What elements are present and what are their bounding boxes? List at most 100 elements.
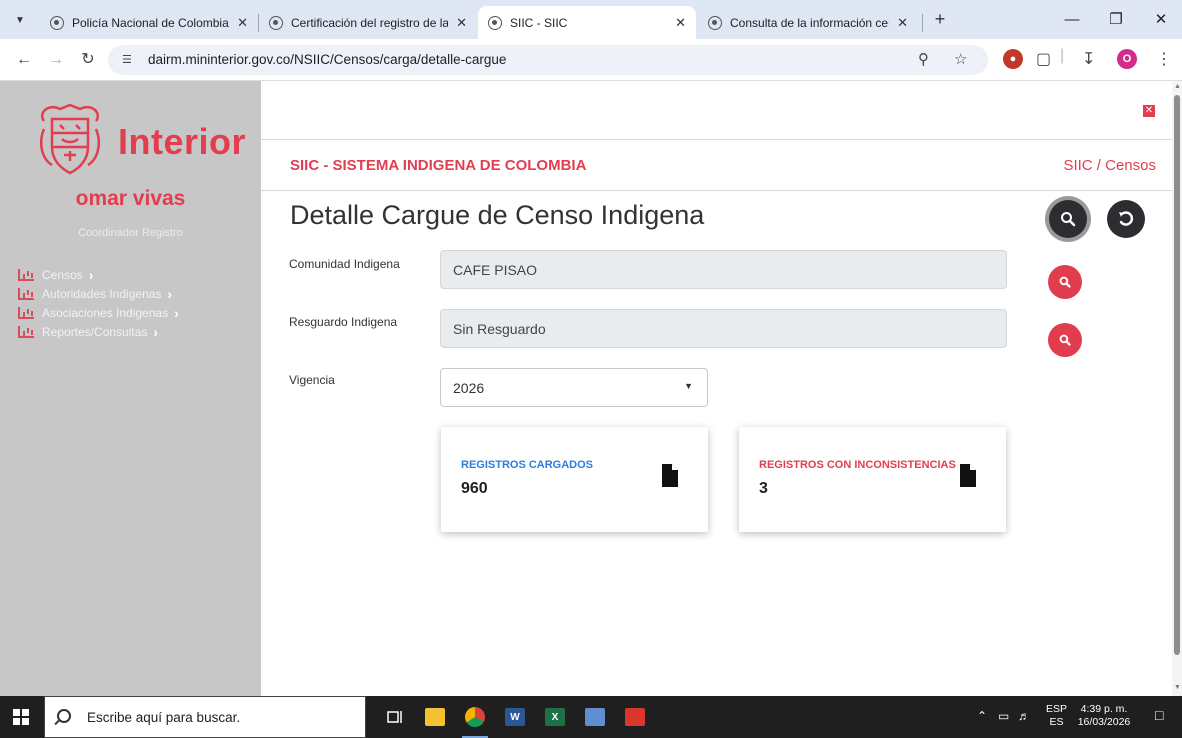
lang-primary: ESP [1046, 703, 1068, 715]
excel-icon[interactable]: X [540, 702, 570, 732]
close-icon[interactable]: ✕ [456, 15, 467, 31]
tab-title: SIIC - SIIC [510, 15, 568, 30]
sidebar-item-label: Autoridades Indigenas [42, 286, 162, 301]
windows-taskbar: Escribe aquí para buscar. W X ⌃ ▭ ♬ ESP … [0, 696, 1182, 738]
tab-siic[interactable]: SIIC - SIIC ✕ [478, 6, 696, 39]
file-explorer-icon[interactable] [420, 702, 450, 732]
comunidad-field: CAFE PISAO [440, 250, 1007, 289]
vigencia-label: Vigencia [289, 373, 335, 387]
vigencia-select[interactable]: 2026 ▼ [440, 368, 708, 407]
download-icon[interactable]: ↧ [1082, 49, 1095, 69]
profile-avatar[interactable]: O [1117, 49, 1137, 69]
tab-policia[interactable]: Policía Nacional de Colombia ✕ [40, 6, 258, 39]
ministry-logo: Interior [30, 99, 260, 181]
bar-chart-icon [18, 268, 34, 281]
sidebar-item-autoridades[interactable]: Autoridades Indigenas › [18, 284, 179, 303]
sidebar-item-reportes[interactable]: Reportes/Consultas › [18, 322, 179, 341]
clock-time: 4:39 p. m. [1080, 703, 1128, 715]
sidebar-item-label: Asociaciones Indigenas [42, 305, 169, 320]
window-close-button[interactable]: ✕ [1146, 8, 1176, 32]
search-comunidad-button[interactable] [1048, 265, 1082, 299]
close-icon[interactable]: ✕ [237, 15, 248, 31]
start-button[interactable] [0, 696, 42, 738]
close-icon[interactable]: ✕ [897, 15, 908, 31]
comunidad-label: Comunidad Indigena [289, 257, 400, 271]
scroll-up-icon[interactable]: ▲ [1174, 83, 1181, 90]
globe-icon [488, 15, 502, 30]
task-view-icon[interactable] [380, 702, 410, 732]
word-icon[interactable]: W [500, 702, 530, 732]
tray-chevron-icon[interactable]: ⌃ [977, 709, 987, 738]
restore-button[interactable]: ❐ [1101, 8, 1131, 32]
document-icon [960, 464, 976, 487]
chrome-icon[interactable] [460, 702, 490, 732]
search-icon [1059, 276, 1071, 288]
page-scrollbar[interactable]: ▲ ▼ [1172, 81, 1182, 696]
browser-toolbar: ← → ↻ ☰ dairm.mininterior.gov.co/NSIIC/C… [0, 39, 1182, 81]
search-resguardo-button[interactable] [1048, 323, 1082, 357]
new-tab-button[interactable]: + [928, 8, 952, 32]
extensions-puzzle-icon[interactable]: ▢ [1036, 49, 1051, 69]
card-label: REGISTROS CARGADOS [461, 459, 594, 471]
search-icon [57, 709, 71, 723]
sidebar-item-asociaciones[interactable]: Asociaciones Indigenas › [18, 303, 179, 322]
bar-chart-icon [18, 306, 34, 319]
close-icon[interactable]: ✕ [675, 15, 686, 31]
tab-search-button[interactable]: ▼ [8, 8, 32, 32]
vigencia-value: 2026 [453, 380, 485, 396]
bar-chart-icon [18, 287, 34, 300]
address-bar[interactable]: ☰ dairm.mininterior.gov.co/NSIIC/Censos/… [108, 45, 988, 75]
resguardo-field: Sin Resguardo [440, 309, 1007, 348]
site-info-icon[interactable]: ☰ [122, 53, 132, 66]
taskbar-search[interactable]: Escribe aquí para buscar. [44, 696, 366, 738]
header-divider [261, 139, 1172, 140]
windows-logo-icon [13, 709, 29, 725]
app-icon[interactable] [580, 702, 610, 732]
document-icon [662, 464, 678, 487]
forward-button[interactable]: → [44, 48, 68, 72]
app-title: SIIC - SISTEMA INDIGENA DE COLOMBIA [290, 157, 587, 174]
volume-icon[interactable]: ♬ [1018, 709, 1030, 738]
sidebar: Interior omar vivas Coordinador Registro… [0, 81, 261, 696]
menu-kebab-icon[interactable]: ⋮ [1156, 49, 1172, 69]
url-text: dairm.mininterior.gov.co/NSIIC/Censos/ca… [148, 52, 507, 67]
search-button[interactable] [1049, 200, 1087, 238]
breadcrumb[interactable]: SIIC / Censos [1063, 157, 1156, 174]
chevron-right-icon: › [174, 304, 179, 321]
clock[interactable]: 4:39 p. m. 16/03/2026 [1073, 703, 1135, 729]
undo-icon [1119, 211, 1134, 226]
registros-cargados-card[interactable]: REGISTROS CARGADOS 960 [441, 427, 708, 532]
lang-secondary: ES [1049, 716, 1064, 728]
extension-icon[interactable]: ● [1003, 49, 1023, 69]
tab-consulta[interactable]: Consulta de la información cens ✕ [698, 6, 918, 39]
pdf-icon[interactable] [620, 702, 650, 732]
reload-button[interactable]: ↻ [76, 48, 100, 72]
search-icon [1059, 334, 1071, 346]
chevron-right-icon: › [88, 266, 94, 283]
sidebar-item-label: Censos [42, 267, 83, 282]
bookmark-star-icon[interactable]: ☆ [954, 50, 967, 68]
back-button[interactable]: ← [12, 48, 36, 72]
scrollbar-thumb[interactable] [1174, 95, 1180, 655]
clock-date: 16/03/2026 [1077, 716, 1131, 728]
registros-inconsistencias-card[interactable]: REGISTROS CON INCONSISTENCIAS 3 [739, 427, 1006, 532]
globe-icon [708, 15, 722, 30]
user-name: omar vivas [75, 187, 186, 210]
page-title: Detalle Cargue de Censo Indigena [290, 200, 705, 230]
tab-certificacion[interactable]: Certificación del registro de la a ✕ [259, 6, 477, 39]
tab-title: Policía Nacional de Colombia [72, 15, 229, 30]
scroll-down-icon[interactable]: ▼ [1174, 684, 1181, 691]
caret-down-icon: ▼ [684, 381, 693, 391]
zoom-icon[interactable]: ⚲ [918, 50, 929, 68]
language-indicator[interactable]: ESP ES [1046, 703, 1067, 729]
user-role: Coordinador Registro [78, 227, 183, 239]
sidebar-menu: Censos › Autoridades Indigenas › Asociac… [18, 265, 179, 341]
notification-icon[interactable]: □ [1155, 707, 1163, 738]
reset-button[interactable] [1107, 200, 1145, 238]
network-icon[interactable]: ▭ [998, 709, 1009, 738]
close-icon[interactable]: ✕ [1143, 105, 1155, 117]
minimize-button[interactable]: — [1057, 8, 1087, 32]
sidebar-item-censos[interactable]: Censos › [18, 265, 179, 284]
search-icon [1061, 212, 1076, 227]
chevron-right-icon: › [153, 323, 159, 340]
